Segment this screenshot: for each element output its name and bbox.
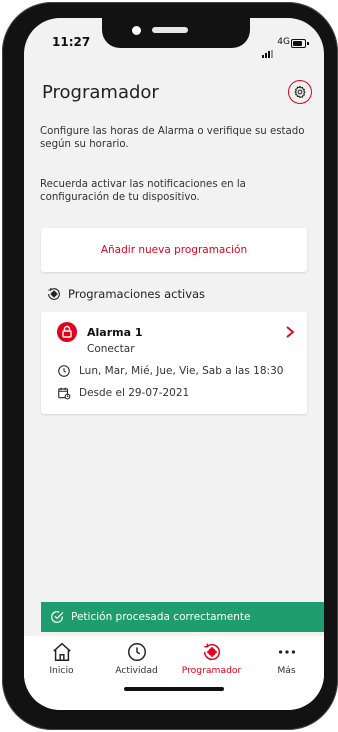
schedule-card[interactable]: Alarma 1 Conectar Lun, Mar, Mié, Jue, Vi…	[41, 312, 307, 414]
notch	[102, 18, 250, 48]
alarm-action: Conectar	[87, 343, 135, 355]
camera-icon	[132, 26, 141, 35]
tab-actividad[interactable]: Actividad	[99, 640, 174, 676]
scheduler-icon	[48, 287, 60, 300]
tab-mas-label: Más	[277, 665, 296, 676]
schedule-days-row: Lun, Mar, Mié, Jue, Vie, Sab a las 18:30	[57, 364, 283, 378]
battery-icon	[291, 39, 306, 48]
more-icon	[278, 650, 295, 654]
notification-hint: Recuerda activar las notificaciones en l…	[40, 179, 246, 203]
tab-mas[interactable]: Más	[249, 640, 324, 676]
app-screen: 11:27 4G Programador Configure las horas…	[24, 18, 324, 710]
alarm-name: Alarma 1	[87, 326, 143, 339]
settings-button[interactable]	[288, 80, 312, 104]
schedule-since-row: Desde el 29-07-2021	[57, 386, 189, 400]
network-type: 4G	[277, 37, 290, 47]
page-title: Programador	[42, 82, 159, 103]
home-indicator[interactable]	[124, 687, 224, 691]
lock-icon	[57, 322, 77, 342]
toast-message: Petición procesada correctamente	[71, 611, 251, 623]
home-icon	[52, 642, 71, 661]
phone-frame: 11:27 4G Programador Configure las horas…	[2, 2, 338, 730]
tab-actividad-label: Actividad	[115, 665, 158, 676]
tab-inicio[interactable]: Inicio	[24, 640, 99, 676]
schedule-since: Desde el 29-07-2021	[79, 387, 190, 399]
tab-inicio-label: Inicio	[49, 665, 74, 676]
check-circle-icon	[51, 611, 64, 623]
clock-icon	[127, 643, 146, 661]
active-schedules-header: Programaciones activas	[46, 286, 205, 302]
signal-icon	[262, 39, 274, 58]
chevron-right-icon[interactable]	[285, 324, 295, 343]
success-toast: Petición procesada correctamente	[41, 602, 324, 632]
tab-programador-label: Programador	[181, 665, 242, 676]
scheduler-icon	[203, 643, 220, 661]
intro-text: Configure las horas de Alarma o verifiqu…	[40, 126, 305, 150]
tab-bar: Inicio Actividad Programador Más	[24, 636, 324, 710]
section-title: Programaciones activas	[68, 287, 206, 301]
speaker-grille	[152, 27, 188, 33]
clock-icon	[58, 365, 70, 377]
battery-tip	[307, 42, 309, 45]
gear-icon	[294, 85, 306, 99]
calendar-icon	[58, 387, 71, 400]
add-schedule-label: Añadir nueva programación	[100, 244, 248, 256]
add-schedule-button[interactable]: Añadir nueva programación	[41, 228, 307, 272]
tab-programador[interactable]: Programador	[174, 640, 249, 676]
schedule-days: Lun, Mar, Mié, Jue, Vie, Sab a las 18:30	[79, 365, 284, 377]
status-time: 11:27	[52, 35, 91, 49]
